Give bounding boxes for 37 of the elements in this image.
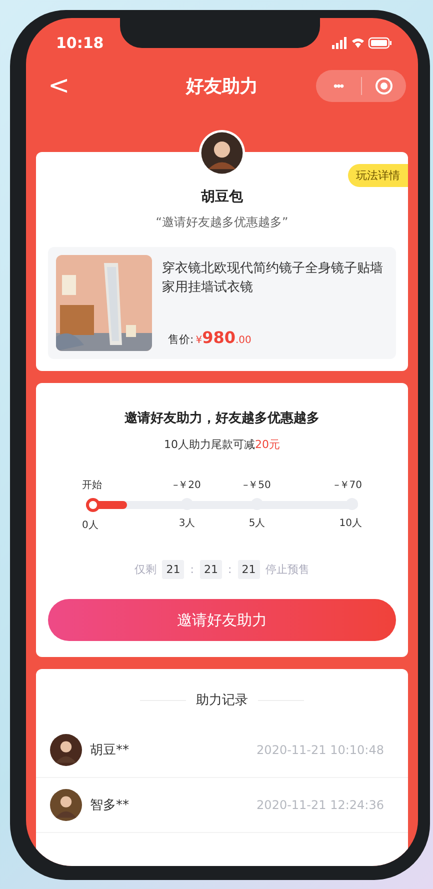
record-time: 2020-11-21 12:24:36: [256, 798, 384, 812]
countdown-minutes: 21: [200, 560, 222, 579]
countdown-separator: :: [190, 563, 194, 576]
countdown-hours: 21: [162, 560, 184, 579]
price: ¥980.00: [196, 328, 252, 347]
countdown-separator: :: [228, 563, 232, 576]
record-name: 胡豆**: [90, 742, 130, 759]
status-icons: [332, 37, 392, 49]
milestone-reward: –￥50: [243, 479, 271, 492]
user-name: 胡豆包: [201, 188, 243, 206]
assist-subtitle: 10人助力尾款可减20元: [164, 437, 280, 452]
record-name: 智多**: [90, 797, 130, 814]
status-time: 10:18: [56, 34, 104, 52]
target-icon: [374, 77, 393, 95]
milestone-count: 3人: [178, 517, 196, 530]
more-button[interactable]: •••: [316, 70, 360, 102]
milestone-count: 0人: [82, 519, 98, 532]
record-time: 2020-11-21 10:10:48: [256, 743, 384, 757]
milestone-reward: 开始: [82, 479, 102, 492]
user-avatar: [50, 734, 82, 766]
product-title: 穿衣镜北欧现代简约镜子全身镜子贴墙家用挂墙试衣镜: [162, 260, 384, 297]
price-label: 售价:: [168, 332, 194, 347]
countdown-seconds: 21: [238, 560, 260, 579]
records-title: 助力记录: [196, 692, 248, 709]
milestone-reward: –￥20: [173, 479, 201, 492]
user-avatar: [50, 789, 82, 821]
slogan: “邀请好友越多优惠越多”: [156, 214, 288, 231]
page-title: 好友助力: [184, 75, 259, 98]
rules-badge[interactable]: 玩法详情: [348, 164, 408, 187]
countdown-prefix: 仅剩: [134, 562, 156, 577]
milestone-reward: –￥70: [334, 479, 362, 492]
milestone-count: 10人: [339, 517, 362, 530]
back-button[interactable]: <: [42, 71, 76, 101]
assist-title: 邀请好友助力，好友越多优惠越多: [124, 410, 320, 427]
milestone-count: 5人: [248, 517, 266, 530]
invite-button[interactable]: 邀请好友助力: [48, 599, 396, 641]
countdown-suffix: 停止预售: [266, 562, 310, 577]
